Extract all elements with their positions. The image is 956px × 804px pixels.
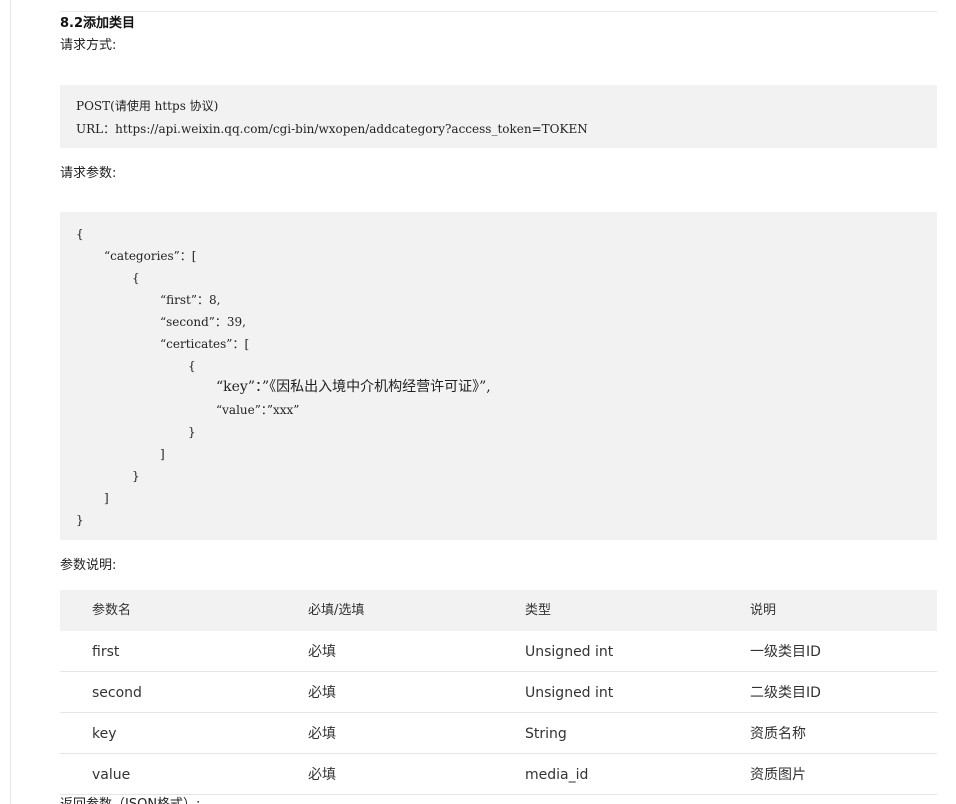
- table-cell: key: [92, 726, 117, 742]
- code-line: {: [76, 227, 84, 241]
- page-left-border: [10, 0, 11, 804]
- code-line: URL：https://api.weixin.qq.com/cgi-bin/wx…: [76, 122, 588, 136]
- table-cell: 二级类目ID: [750, 685, 821, 701]
- header-cell: 参数名: [92, 603, 132, 618]
- header-cell: 必填/选填: [308, 603, 365, 618]
- table-row: value 必填 media_id 资质图片: [60, 754, 937, 795]
- params-code-block: { “categories”：[ { “first”：8, “second”：3…: [60, 212, 937, 540]
- table-cell: Unsigned int: [525, 685, 614, 701]
- code-line: “certicates”：[: [160, 337, 250, 351]
- table-cell: second: [92, 685, 142, 701]
- code-line: “value”：”xxx”: [216, 403, 300, 417]
- divider: [60, 11, 937, 12]
- params-table: 参数名 必填/选填 类型 说明 first 必填 Unsigned int 一级…: [60, 590, 937, 795]
- header-cell: 说明: [750, 603, 777, 618]
- table-cell: 一级类目ID: [750, 644, 821, 660]
- code-line: “key”：”《因私出入境中介机构经营许可证》”,: [216, 379, 491, 395]
- request-params-label: 请求参数:: [60, 166, 117, 181]
- table-cell: String: [525, 726, 567, 742]
- param-desc-label: 参数说明:: [60, 558, 117, 573]
- code-line: }: [188, 425, 196, 439]
- table-cell: media_id: [525, 767, 589, 783]
- table-cell: first: [92, 644, 120, 660]
- header-cell: 类型: [525, 603, 552, 618]
- request-method-label: 请求方式:: [60, 38, 117, 53]
- code-line: ]: [160, 447, 165, 461]
- return-params-label: 返回参数（JSON格式）:: [60, 796, 200, 804]
- table-cell: 必填: [308, 644, 336, 660]
- table-header: 参数名 必填/选填 类型 说明: [60, 590, 937, 631]
- table-cell: 必填: [308, 685, 336, 701]
- request-code-block: POST(请使用 https 协议) URL：https://api.weixi…: [60, 85, 937, 148]
- code-line: }: [76, 513, 84, 527]
- table-cell: value: [92, 767, 131, 783]
- code-line: “first”：8,: [160, 293, 221, 307]
- section-heading: 8.2添加类目: [60, 16, 136, 31]
- code-line: {: [132, 271, 140, 285]
- table-cell: Unsigned int: [525, 644, 614, 660]
- code-line: ]: [104, 491, 109, 505]
- code-line: “second”：39,: [160, 315, 246, 329]
- table-cell: 资质名称: [750, 726, 806, 742]
- code-line: POST(请使用 https 协议): [76, 99, 219, 113]
- table-row: key 必填 String 资质名称: [60, 713, 937, 754]
- table-cell: 必填: [308, 726, 336, 742]
- code-line: }: [132, 469, 140, 483]
- table-row: first 必填 Unsigned int 一级类目ID: [60, 631, 937, 672]
- code-line: {: [188, 359, 196, 373]
- table-cell: 必填: [308, 767, 336, 783]
- code-line: “categories”：[: [104, 249, 197, 263]
- table-cell: 资质图片: [750, 767, 806, 783]
- table-row: second 必填 Unsigned int 二级类目ID: [60, 672, 937, 713]
